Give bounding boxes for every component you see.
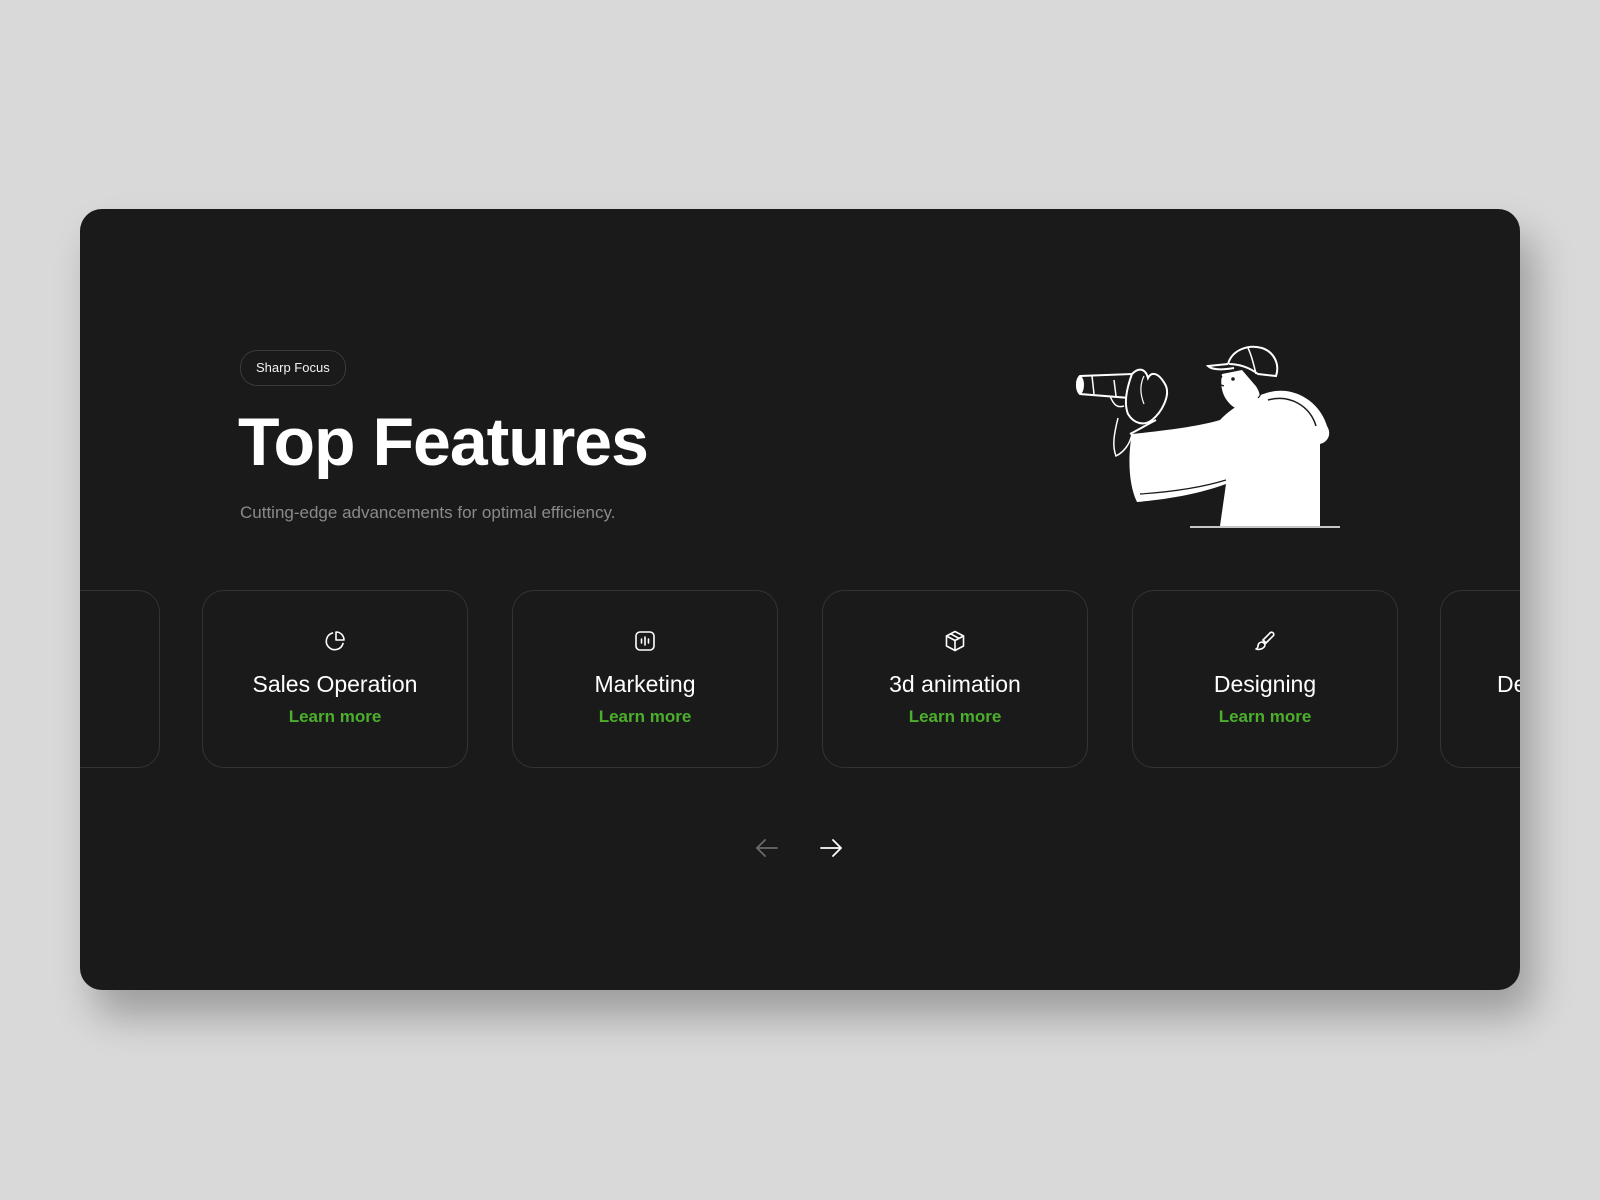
carousel-prev-button[interactable] (752, 833, 782, 863)
learn-more-link[interactable]: Learn more (823, 706, 1087, 728)
paintbrush-icon (1253, 629, 1277, 653)
feature-card[interactable]: t (80, 590, 160, 768)
learn-more-link[interactable]: Learn more (513, 706, 777, 728)
feature-card-designing[interactable]: Designing Learn more (1132, 590, 1398, 768)
feature-card-3d-animation[interactable]: 3d animation Learn more (822, 590, 1088, 768)
feature-card-title: Sales Operation (252, 671, 418, 697)
binoculars-person-illustration (1070, 334, 1360, 534)
learn-more-link[interactable]: Learn more (1133, 706, 1397, 728)
feature-card-title: 3d animation (889, 671, 1021, 697)
carousel-next-button[interactable] (816, 833, 846, 863)
feature-card-sales-operation[interactable]: Sales Operation Learn more (202, 590, 468, 768)
pie-chart-icon (323, 629, 347, 653)
feature-card[interactable]: De (1440, 590, 1520, 768)
features-panel: Sharp Focus Top Features Cutting-edge ad… (80, 209, 1520, 990)
cube-icon (943, 629, 967, 653)
section-subtitle: Cutting-edge advancements for optimal ef… (240, 503, 616, 522)
feature-card-title: Marketing (594, 671, 696, 697)
arrow-left-icon (756, 839, 778, 857)
feature-card-marketing[interactable]: Marketing Learn more (512, 590, 778, 768)
feature-card-title: Designing (1213, 671, 1317, 697)
audio-bars-icon (633, 629, 657, 653)
learn-more-link[interactable]: Learn more (203, 706, 467, 728)
section-title: Top Features (238, 404, 649, 480)
section-tag: Sharp Focus (240, 350, 346, 386)
feature-card-title: De (1497, 671, 1520, 697)
arrow-right-icon (820, 839, 842, 857)
